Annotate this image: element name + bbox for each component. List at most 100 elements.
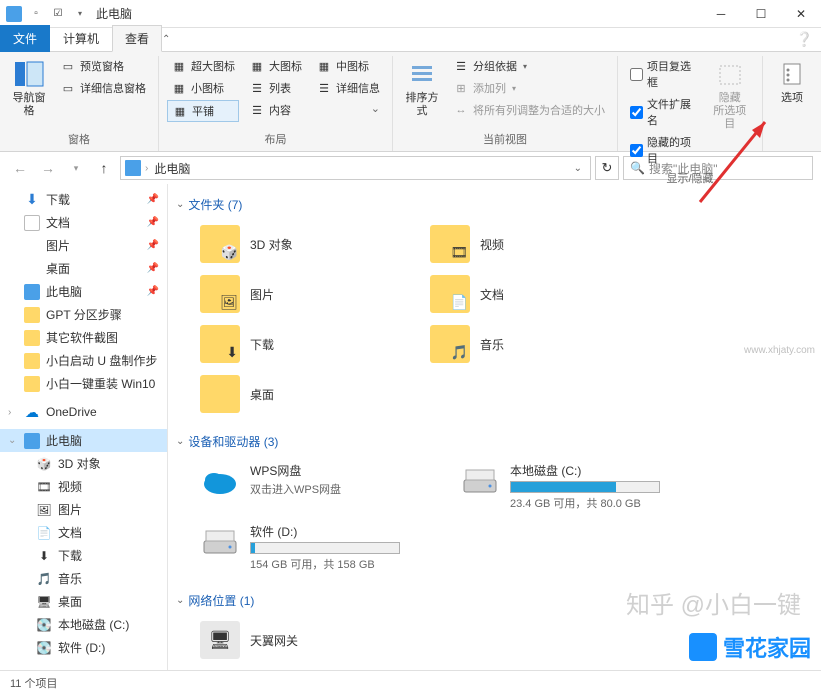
- sidebar-item[interactable]: 文档📌: [0, 211, 167, 234]
- qat-dropdown-icon[interactable]: ▾: [70, 4, 90, 24]
- sidebar-item[interactable]: 小白启动 U 盘制作步: [0, 349, 167, 372]
- content-pane: ⌄ 文件夹 (7) 🎲3D 对象🎞视频🖼图片📄文档⬇下载🎵音乐桌面 ⌄ 设备和驱…: [168, 184, 821, 670]
- sidebar-item[interactable]: 💽本地磁盘 (C:): [0, 613, 167, 636]
- add-columns-button[interactable]: ⊞添加列▾: [449, 78, 609, 98]
- sidebar-item[interactable]: ⬇下载: [0, 544, 167, 567]
- layout-small[interactable]: ▦小图标: [167, 78, 239, 98]
- sidebar-item[interactable]: 🎵音乐: [0, 567, 167, 590]
- sidebar-item[interactable]: 桌面📌: [0, 257, 167, 280]
- back-button[interactable]: ←: [8, 156, 32, 180]
- folders-section-header[interactable]: ⌄ 文件夹 (7): [176, 192, 821, 217]
- folder-icon: [200, 375, 240, 413]
- options-icon: [776, 58, 808, 90]
- drive-usage-bar: [510, 481, 660, 493]
- chevron-down-icon[interactable]: ⌄: [8, 435, 16, 446]
- folder-tile[interactable]: 🎵音乐: [426, 321, 656, 367]
- folder-icon: [24, 307, 40, 323]
- sidebar-item[interactable]: 小白一键重装 Win10: [0, 372, 167, 395]
- sidebar-item[interactable]: 🖼图片: [0, 498, 167, 521]
- up-button[interactable]: ↑: [92, 156, 116, 180]
- layout-tiles[interactable]: ▦平铺: [167, 100, 239, 122]
- folder-tile[interactable]: 🎞视频: [426, 221, 656, 267]
- desktop-icon: 🖥: [36, 594, 52, 610]
- layout-content[interactable]: ☰内容: [245, 100, 306, 120]
- drive-tile[interactable]: 本地磁盘 (C:) 23.4 GB 可用，共 80.0 GB: [456, 458, 716, 515]
- onedrive-icon: ☁: [24, 404, 40, 420]
- address-dropdown-icon[interactable]: ⌄: [570, 163, 586, 174]
- folder-tile[interactable]: 📄文档: [426, 271, 656, 317]
- sidebar-this-pc[interactable]: ⌄ 此电脑: [0, 429, 167, 452]
- doc-icon: 📄: [36, 525, 52, 541]
- layout-medium[interactable]: ▦中图标: [312, 56, 384, 76]
- drive-tile[interactable]: 软件 (D:) 154 GB 可用，共 158 GB: [196, 519, 456, 576]
- drive-icon: [460, 462, 500, 500]
- item-checkboxes-toggle[interactable]: 项目复选框: [626, 56, 700, 92]
- sidebar-item[interactable]: GPT 分区步骤: [0, 303, 167, 326]
- folder-icon: [24, 330, 40, 346]
- body: ⬇下载📌文档📌图片📌桌面📌此电脑📌GPT 分区步骤其它软件截图小白启动 U 盘制…: [0, 184, 821, 670]
- network-section-header[interactable]: ⌄ 网络位置 (1): [176, 588, 821, 613]
- hidden-items-toggle[interactable]: 隐藏的项目: [626, 132, 700, 168]
- drive-icon: [200, 523, 240, 561]
- drive-usage-bar: [250, 542, 400, 554]
- sidebar-onedrive[interactable]: › ☁ OneDrive: [0, 401, 167, 423]
- tab-file[interactable]: 文件: [0, 25, 50, 52]
- layout-large[interactable]: ▦大图标: [245, 56, 306, 76]
- nav-pane-button[interactable]: 导航窗格: [8, 56, 50, 120]
- folder-tile[interactable]: 桌面: [196, 371, 426, 417]
- forward-button[interactable]: →: [36, 156, 60, 180]
- sidebar-item[interactable]: 图片📌: [0, 234, 167, 257]
- size-all-button[interactable]: ↔将所有列调整为合适的大小: [449, 100, 609, 120]
- file-ext-toggle[interactable]: 文件扩展名: [626, 94, 700, 130]
- ribbon-group-label: 窗格: [8, 129, 150, 151]
- close-button[interactable]: ✕: [781, 0, 821, 28]
- details-pane-button[interactable]: ▭详细信息窗格: [56, 78, 150, 98]
- sort-icon: [406, 58, 438, 90]
- expand-icon: ⌄: [371, 102, 380, 115]
- folder-tile[interactable]: 🎲3D 对象: [196, 221, 426, 267]
- folder-tile[interactable]: 🖼图片: [196, 271, 426, 317]
- qat-checkbox-icon[interactable]: ☑: [48, 4, 68, 24]
- preview-pane-button[interactable]: ▭预览窗格: [56, 56, 150, 76]
- layout-more[interactable]: ⌄: [312, 100, 384, 117]
- sort-by-button[interactable]: 排序方式: [401, 56, 443, 120]
- ribbon-collapse-icon[interactable]: ⌃: [162, 34, 170, 45]
- drive-tile[interactable]: WPS网盘 双击进入WPS网盘: [196, 458, 456, 515]
- recent-dropdown[interactable]: ▾: [64, 156, 88, 180]
- maximize-button[interactable]: ☐: [741, 0, 781, 28]
- drives-section-header[interactable]: ⌄ 设备和驱动器 (3): [176, 429, 821, 454]
- sidebar-item[interactable]: 其它软件截图: [0, 326, 167, 349]
- sidebar-item[interactable]: 🎞视频: [0, 475, 167, 498]
- sidebar-item[interactable]: 💽软件 (D:): [0, 636, 167, 659]
- sidebar-item[interactable]: 此电脑📌: [0, 280, 167, 303]
- options-button[interactable]: 选项: [771, 56, 813, 107]
- sidebar-item[interactable]: 🖥桌面: [0, 590, 167, 613]
- hide-selected-button[interactable]: 隐藏所选项目: [706, 56, 754, 134]
- layout-details[interactable]: ☰详细信息: [312, 78, 384, 98]
- navigation-sidebar: ⬇下载📌文档📌图片📌桌面📌此电脑📌GPT 分区步骤其它软件截图小白启动 U 盘制…: [0, 184, 168, 670]
- tab-view[interactable]: 查看: [112, 25, 162, 52]
- breadcrumb[interactable]: 此电脑: [152, 160, 192, 177]
- pin-icon: 📌: [147, 263, 159, 274]
- folder-icon: [24, 376, 40, 392]
- refresh-button[interactable]: ↻: [595, 156, 619, 180]
- window-title: 此电脑: [96, 5, 132, 22]
- chevron-icon[interactable]: ›: [8, 407, 11, 418]
- network-icon: 🖥: [200, 621, 240, 659]
- network-tile[interactable]: 🖥天翼网关: [196, 617, 426, 663]
- minimize-button[interactable]: ─: [701, 0, 741, 28]
- group-by-button[interactable]: ☰分组依据▾: [449, 56, 609, 76]
- tab-computer[interactable]: 计算机: [50, 25, 112, 52]
- pic-icon: 🖼: [36, 502, 52, 518]
- sidebar-item[interactable]: 🎲3D 对象: [0, 452, 167, 475]
- layout-extra-large[interactable]: ▦超大图标: [167, 56, 239, 76]
- sidebar-item[interactable]: 📄文档: [0, 521, 167, 544]
- pin-icon: 📌: [147, 194, 159, 205]
- folder-tile[interactable]: ⬇下载: [196, 321, 426, 367]
- qat-properties-icon[interactable]: ▫: [26, 4, 46, 24]
- breadcrumb-sep: ›: [145, 163, 148, 174]
- layout-list[interactable]: ☰列表: [245, 78, 306, 98]
- address-input[interactable]: › 此电脑 ⌄: [120, 156, 591, 180]
- help-icon[interactable]: ❔: [796, 31, 813, 48]
- sidebar-item[interactable]: ⬇下载📌: [0, 188, 167, 211]
